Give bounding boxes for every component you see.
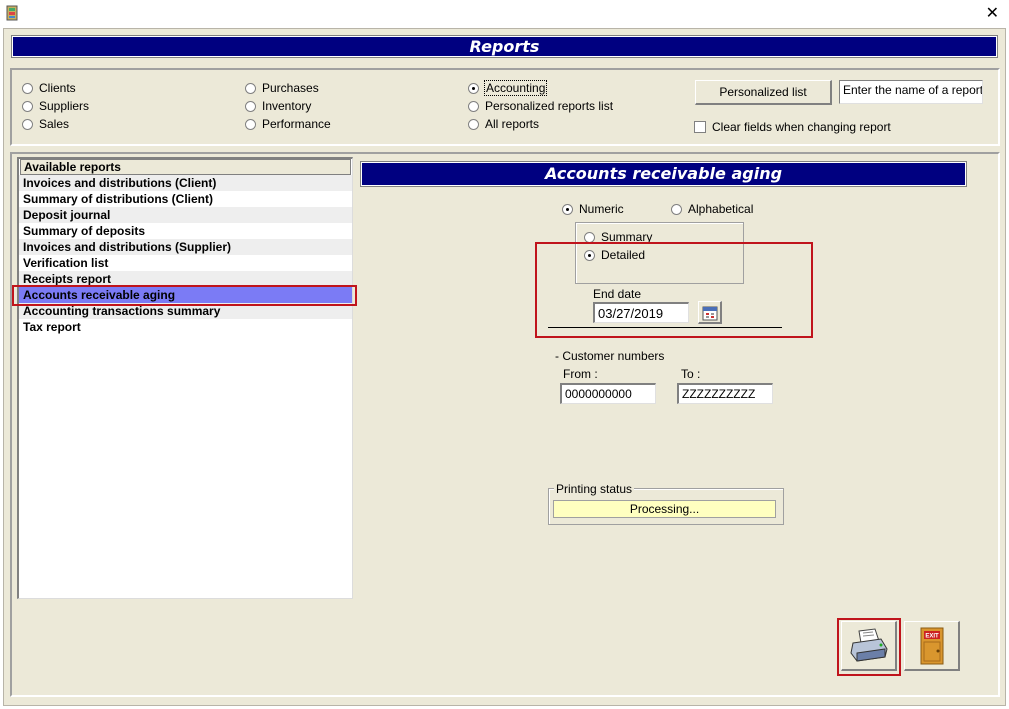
radio-alphabetical[interactable]: Alphabetical: [671, 201, 753, 217]
app-icon: [6, 5, 18, 21]
radio-dot: [22, 82, 33, 94]
exit-sign-text: EXIT: [925, 634, 939, 640]
radio-label: Alphabetical: [688, 202, 754, 216]
radio-numeric[interactable]: Numeric: [562, 201, 624, 217]
list-item[interactable]: Invoices and distributions (Supplier): [19, 239, 352, 255]
radio-clients[interactable]: Clients: [22, 80, 76, 96]
radio-label: Accounting: [483, 80, 548, 96]
printing-status-label: Printing status: [554, 482, 635, 496]
checkbox-label: Clear fields when changing report: [712, 120, 891, 134]
list-item[interactable]: Verification list: [19, 255, 352, 271]
radio-label: Suppliers: [39, 99, 90, 113]
radio-label: Purchases: [262, 81, 319, 95]
to-label: To :: [681, 367, 701, 381]
exit-button[interactable]: EXIT: [904, 621, 960, 671]
radio-dot: [245, 100, 256, 112]
available-reports-list[interactable]: Available reports Invoices and distribut…: [17, 157, 353, 599]
from-customer-input[interactable]: 0000000000: [560, 383, 656, 404]
radio-dot-selected: [468, 82, 479, 94]
radio-dot: [468, 100, 479, 112]
radio-dot: [468, 118, 479, 130]
radio-accounting[interactable]: Accounting: [468, 80, 548, 96]
list-item[interactable]: Summary of distributions (Client): [19, 191, 352, 207]
radio-label: Personalized reports list: [485, 99, 614, 113]
to-customer-input[interactable]: ZZZZZZZZZZ: [677, 383, 773, 404]
radio-label: Sales: [39, 117, 70, 131]
print-button-highlight: [837, 618, 901, 676]
radio-inventory[interactable]: Inventory: [245, 98, 311, 114]
radio-dot: [245, 118, 256, 130]
radio-label: Inventory: [262, 99, 312, 113]
list-item[interactable]: Tax report: [19, 319, 352, 335]
radio-personalized-reports-list[interactable]: Personalized reports list: [468, 98, 613, 114]
radio-purchases[interactable]: Purchases: [245, 80, 319, 96]
list-item[interactable]: Deposit journal: [19, 207, 352, 223]
printing-status-value: Processing...: [553, 500, 776, 518]
radio-dot: [22, 100, 33, 112]
radio-all-reports[interactable]: All reports: [468, 116, 539, 132]
page-title: Reports: [11, 35, 998, 58]
list-header: Available reports: [20, 159, 351, 175]
radio-dot: [245, 82, 256, 94]
close-window-icon[interactable]: ✕: [986, 3, 999, 23]
radio-dot: [22, 118, 33, 130]
radio-label: Clients: [39, 81, 76, 95]
report-name-input[interactable]: Enter the name of a report: [839, 80, 983, 104]
options-highlight: [535, 242, 813, 338]
personalized-list-button[interactable]: Personalized list: [695, 80, 832, 105]
radio-label: All reports: [485, 117, 540, 131]
radio-sales[interactable]: Sales: [22, 116, 69, 132]
radio-dot: [671, 203, 682, 215]
clear-fields-checkbox[interactable]: Clear fields when changing report: [694, 120, 891, 134]
radio-suppliers[interactable]: Suppliers: [22, 98, 89, 114]
selected-report-highlight: [12, 285, 357, 306]
radio-dot-selected: [562, 203, 573, 215]
list-item[interactable]: Summary of deposits: [19, 223, 352, 239]
window-titlebar: ✕: [0, 0, 1009, 28]
radio-label: Performance: [262, 117, 331, 131]
from-label: From :: [563, 367, 598, 381]
checkbox-box: [694, 121, 706, 133]
radio-performance[interactable]: Performance: [245, 116, 331, 132]
list-item[interactable]: Invoices and distributions (Client): [19, 175, 352, 191]
radio-dot: [584, 231, 595, 243]
report-title: Accounts receivable aging: [360, 161, 967, 187]
customer-numbers-label: - Customer numbers: [555, 349, 665, 363]
exit-door-icon: EXIT: [920, 627, 943, 665]
radio-label: Numeric: [579, 202, 624, 216]
